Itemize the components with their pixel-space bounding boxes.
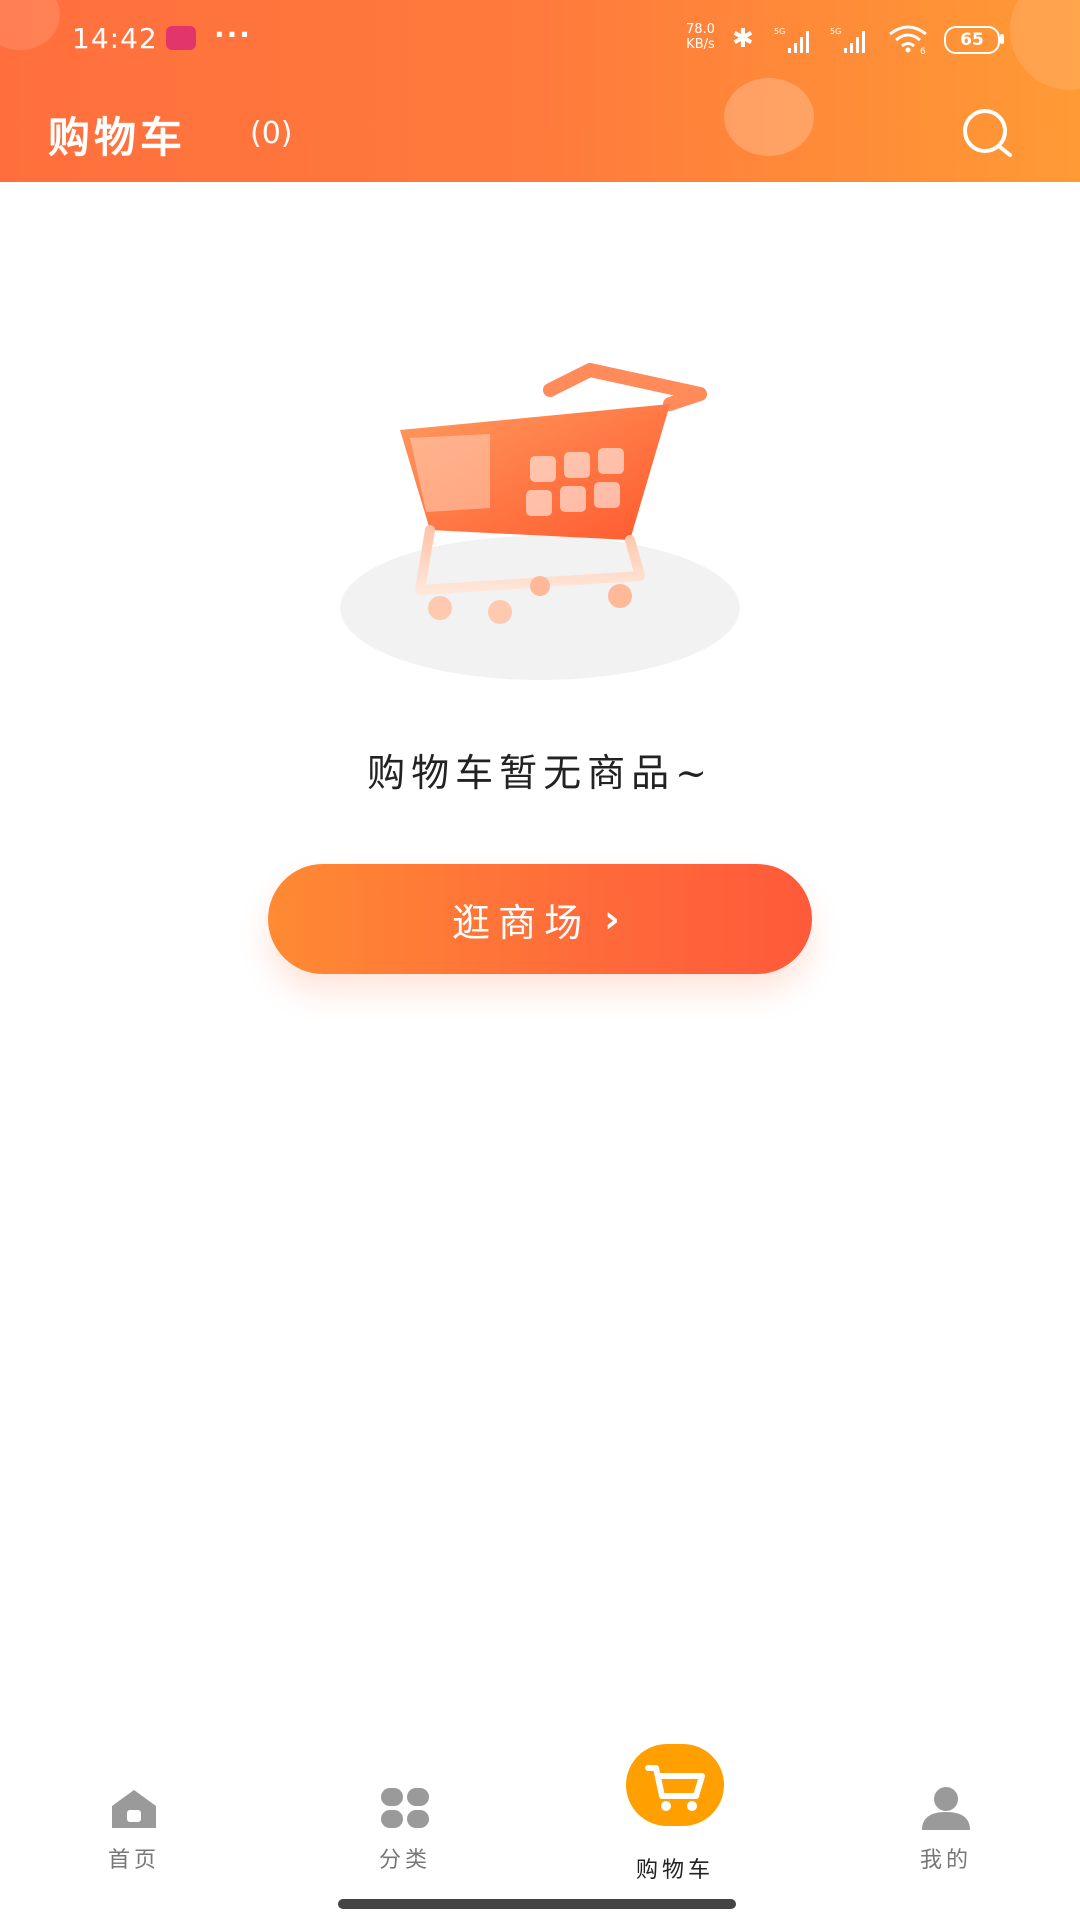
empty-cart-message: 购物车暂无商品~ [367, 751, 713, 795]
more-notifications-icon: ··· [214, 18, 252, 51]
signal-label: 5G [830, 27, 841, 36]
tab-home[interactable]: 首页 [64, 1786, 204, 1874]
tab-mine[interactable]: 我的 [876, 1786, 1016, 1874]
cart-count: (0) [250, 116, 293, 151]
category-grid-icon [381, 1788, 429, 1828]
battery-cap [1000, 34, 1004, 44]
tab-category-label: 分类 [378, 1848, 431, 1873]
network-speed: 78.0 KB/s [686, 22, 715, 52]
wifi-label: 6 [920, 47, 926, 54]
tab-mine-label: 我的 [919, 1848, 972, 1873]
chevron-right-icon: › [604, 897, 628, 941]
cart-icon [645, 1765, 705, 1811]
tab-cart-label: 购物车 [635, 1858, 714, 1883]
battery-icon: 65 [944, 26, 1000, 54]
bluetooth-icon: ✱ [732, 24, 754, 54]
search-icon[interactable] [958, 104, 1018, 164]
page-title: 购物车 [48, 113, 187, 162]
wifi-icon: 6 [889, 25, 927, 54]
signal-icon: 5G [774, 27, 809, 53]
tab-home-label: 首页 [107, 1848, 160, 1873]
status-bar: 14:42 ··· 78.0 KB/s ✱ 5G 5G 6 65 [0, 0, 1080, 78]
tab-cart[interactable]: 购物车 [605, 1846, 745, 1884]
notification-app-icon [166, 26, 196, 50]
home-icon [112, 1790, 156, 1828]
network-speed-value: 78.0 [686, 22, 715, 37]
bottom-tab-bar: 首页 分类 购物车 我的 [0, 1740, 1080, 1920]
header: 14:42 ··· 78.0 KB/s ✱ 5G 5G 6 65 购物车 (0) [0, 0, 1080, 182]
network-speed-unit: KB/s [686, 37, 715, 52]
tab-category[interactable]: 分类 [335, 1786, 475, 1874]
signal-icon: 5G [830, 27, 865, 53]
shopping-cart-illustration [340, 363, 740, 680]
status-time: 14:42 [72, 22, 158, 55]
home-indicator[interactable] [338, 1899, 736, 1909]
signal-label: 5G [774, 27, 785, 36]
go-shopping-button[interactable]: 逛商场 › [268, 864, 812, 974]
decor-bubble [724, 78, 814, 156]
go-shopping-label: 逛商场 [452, 900, 591, 945]
cart-tab-icon-bg[interactable] [626, 1744, 724, 1826]
user-icon [922, 1787, 970, 1830]
